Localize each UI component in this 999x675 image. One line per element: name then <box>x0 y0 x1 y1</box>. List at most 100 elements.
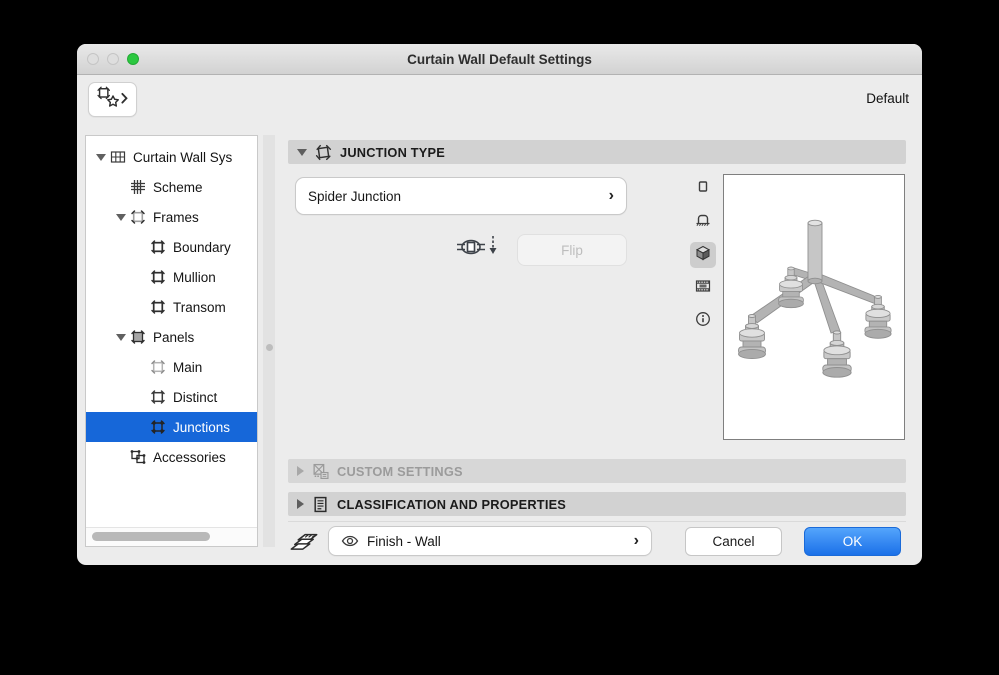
panel-filled-icon <box>130 329 146 345</box>
section-title: CLASSIFICATION AND PROPERTIES <box>337 496 567 512</box>
section-title: CUSTOM SETTINGS <box>337 463 463 479</box>
film-icon <box>695 278 711 299</box>
minimize-window-button[interactable] <box>107 53 119 65</box>
ok-button[interactable]: OK <box>804 527 901 556</box>
tree-item-label: Scheme <box>153 179 203 195</box>
info-icon <box>695 311 711 332</box>
collapse-triangle-icon <box>297 148 307 156</box>
junction-type-dropdown[interactable]: Spider Junction › <box>295 177 627 215</box>
cancel-button-label: Cancel <box>712 534 755 549</box>
tree-item-mullion[interactable]: Mullion <box>86 262 257 292</box>
expand-triangle-icon <box>297 466 304 476</box>
view-3d-button[interactable] <box>690 242 716 268</box>
tree-item-label: Panels <box>153 329 195 345</box>
tree-item-transom[interactable]: Transom <box>86 292 257 322</box>
tree-item-label: Transom <box>173 299 226 315</box>
tree-item-label: Main <box>173 359 203 375</box>
tree-item-accessories[interactable]: Accessories <box>86 442 257 472</box>
favorites-star-icon <box>97 86 128 113</box>
symbol-2d-view-button[interactable] <box>690 176 716 202</box>
tree-item-label: Boundary <box>173 239 231 255</box>
flip-button[interactable]: Flip <box>517 234 627 266</box>
tree-item-label: Accessories <box>153 449 226 465</box>
tree-item-label: Distinct <box>173 389 218 405</box>
scheme-grid-icon <box>130 179 146 195</box>
zoom-window-button[interactable] <box>127 53 139 65</box>
tree-item-distinct[interactable]: Distinct <box>86 382 257 412</box>
tree-item-boundary[interactable]: Boundary <box>86 232 257 262</box>
splitter-handle[interactable] <box>266 344 273 351</box>
disclosure-triangle-icon[interactable] <box>94 149 110 165</box>
symbol-2d-icon <box>695 179 711 200</box>
expand-triangle-icon <box>297 499 304 509</box>
cube-3d-icon <box>695 245 711 266</box>
panel-dark-icon <box>150 389 166 405</box>
settings-tree: Curtain Wall Sys Scheme Frames Boundary Mull… <box>86 142 257 472</box>
custom-settings-icon <box>312 463 329 480</box>
tree-horizontal-scrollbar[interactable] <box>86 527 257 546</box>
junction-icon <box>150 419 166 435</box>
classification-section-header[interactable]: CLASSIFICATION AND PROPERTIES <box>288 492 906 516</box>
disclosure-triangle-icon[interactable] <box>114 329 130 345</box>
tree-item-label: Curtain Wall Sys <box>133 149 233 165</box>
layer-value: Finish - Wall <box>367 533 441 549</box>
layer-dropdown[interactable]: Finish - Wall › <box>328 526 652 556</box>
favorite-name-label: Default <box>866 91 909 106</box>
tree-item-main[interactable]: Main <box>86 352 257 382</box>
accessories-icon <box>130 449 146 465</box>
frame-icon <box>150 239 166 255</box>
tree-item-panels[interactable]: Panels <box>86 322 257 352</box>
classification-document-icon <box>312 496 329 513</box>
tree-item-label: Junctions <box>173 419 231 435</box>
tree-item-junctions[interactable]: Junctions <box>86 412 257 442</box>
chevron-right-icon: › <box>608 187 614 204</box>
frame-outline-icon <box>130 209 146 225</box>
panel-light-icon <box>150 359 166 375</box>
flip-junction-icon <box>455 233 501 266</box>
frame-icon <box>150 299 166 315</box>
tree-item-scheme[interactable]: Scheme <box>86 172 257 202</box>
tree-item-label: Mullion <box>173 269 216 285</box>
tree-item-frames[interactable]: Frames <box>86 202 257 232</box>
scrollbar-thumb[interactable] <box>92 532 210 541</box>
elevation-view-button[interactable] <box>690 209 716 235</box>
cancel-button[interactable]: Cancel <box>685 527 782 556</box>
flip-button-label: Flip <box>561 242 583 258</box>
dialog-toolbar: Default <box>77 75 922 122</box>
layers-icon <box>289 528 319 559</box>
preview-picture-button[interactable] <box>690 275 716 301</box>
tree-panel: Curtain Wall Sys Scheme Frames Boundary Mull… <box>85 135 258 547</box>
close-window-button[interactable] <box>87 53 99 65</box>
junction-type-value: Spider Junction <box>308 188 402 204</box>
ok-button-label: OK <box>842 534 863 549</box>
frame-icon <box>150 269 166 285</box>
tree-item-curtain-wall-sys[interactable]: Curtain Wall Sys <box>86 142 257 172</box>
eye-icon <box>341 534 359 548</box>
tree-item-label: Frames <box>153 209 199 225</box>
elevation-icon <box>695 212 711 233</box>
junction-frame-icon <box>315 144 332 161</box>
title-bar[interactable]: Curtain Wall Default Settings <box>77 44 922 75</box>
favorites-button[interactable] <box>88 82 137 117</box>
chevron-right-icon: › <box>633 532 639 549</box>
disclosure-triangle-icon[interactable] <box>114 209 130 225</box>
info-button[interactable] <box>690 308 716 334</box>
curtain-wall-system-icon <box>110 149 126 165</box>
junction-type-section-header[interactable]: JUNCTION TYPE <box>288 140 906 164</box>
section-title: JUNCTION TYPE <box>340 144 445 160</box>
curtain-wall-settings-dialog: Curtain Wall Default Settings Default Cu… <box>77 44 922 565</box>
junction-3d-preview[interactable] <box>723 174 905 440</box>
traffic-lights <box>87 53 139 65</box>
custom-settings-section-header[interactable]: CUSTOM SETTINGS <box>288 459 906 483</box>
window-title: Curtain Wall Default Settings <box>407 51 592 67</box>
panel-splitter[interactable] <box>263 135 275 547</box>
preview-mode-strip <box>689 176 717 341</box>
